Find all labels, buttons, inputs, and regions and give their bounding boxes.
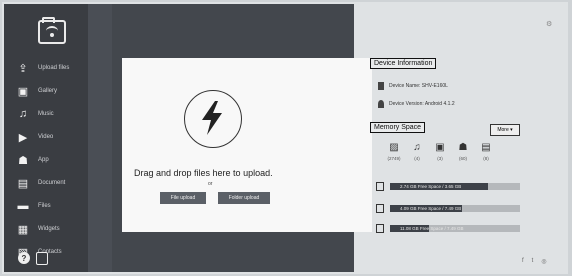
category-count: (3) (437, 156, 443, 161)
help-icon[interactable]: ? (18, 252, 30, 264)
widgets-icon: ▦ (17, 223, 29, 236)
device-name: Device Name: SHV-E160L (389, 83, 448, 89)
sidebar-item-label: Document (38, 180, 66, 186)
globe-icon[interactable]: ◎ (541, 258, 546, 265)
category-images[interactable]: ▨ (2749) (386, 142, 402, 161)
phone-icon (378, 82, 384, 90)
image-icon: ▣ (17, 85, 29, 98)
category-documents[interactable]: ▤ (8) (478, 142, 494, 161)
sidebar-nav: ⇪ Upload files ▣ Gallery ♫ Music ▶ Video… (16, 58, 70, 265)
sidebar-item-upload-files[interactable]: ⇪ Upload files (16, 58, 69, 78)
sidebar-item-music[interactable]: ♫ Music (16, 104, 69, 124)
storage-bar-row: 11.08 GB Free Space / 7.49 GB (376, 224, 520, 233)
sidebar-item-video[interactable]: ▶ Video (16, 127, 69, 147)
category-count: (60) (458, 156, 467, 161)
exit-icon[interactable] (36, 252, 48, 265)
document-icon: ▤ (17, 177, 29, 190)
sidebar-item-label: App (38, 157, 49, 163)
memory-categories: ▨ (2749) ♫ (4) ▣ (3) ☗ (60) ▤ (8) (386, 142, 494, 161)
memory-space-title: Memory Space (370, 122, 426, 133)
storage-icon (376, 224, 384, 233)
category-count: (4) (414, 156, 420, 161)
document-icon: ▤ (481, 142, 491, 153)
upload-icon: ⇪ (18, 62, 28, 75)
sidebar-item-label: Files (38, 203, 51, 209)
file-upload-button[interactable]: File upload (160, 192, 206, 204)
drop-instructions: Drag and drop files here to upload. (134, 168, 273, 178)
category-music[interactable]: ♫ (4) (409, 142, 425, 161)
overlay-band-top (112, 4, 354, 58)
folder-wifi-icon[interactable] (38, 17, 66, 44)
sidebar-item-app[interactable]: ☗ App (16, 150, 69, 170)
more-dropdown[interactable]: More ▾ (490, 124, 520, 136)
storage-icon (376, 204, 384, 213)
video-icon: ▣ (435, 142, 445, 153)
video-icon: ▶ (18, 131, 28, 144)
lightning-icon (184, 90, 242, 148)
device-name-row: Device Name: SHV-E160L (378, 82, 448, 90)
sidebar-item-label: Upload files (38, 65, 70, 71)
twitter-icon[interactable]: t (532, 258, 534, 265)
sidebar-item-files[interactable]: ▬ Files (16, 196, 69, 216)
folder-upload-button[interactable]: Folder upload (218, 192, 270, 204)
chevron-down-icon: ▾ (510, 127, 513, 133)
android-icon (378, 100, 384, 108)
sidebar-item-widgets[interactable]: ▦ Widgets (16, 219, 69, 239)
category-apps[interactable]: ☗ (60) (455, 142, 471, 161)
facebook-icon[interactable]: f (522, 258, 524, 265)
or-label: or (208, 181, 213, 187)
sidebar-item-document[interactable]: ▤ Document (16, 173, 69, 193)
sidebar-bottom: ? (18, 252, 48, 265)
footer-icons: f t ◎ (522, 258, 547, 265)
storage-bar: 2.74 GB Free Space / 3.65 GB (390, 183, 520, 190)
category-video[interactable]: ▣ (3) (432, 142, 448, 161)
device-info-title: Device Information (370, 58, 437, 69)
android-icon: ☗ (18, 154, 28, 167)
more-label: More (497, 127, 509, 133)
music-icon: ♫ (18, 108, 28, 120)
storage-bar-row: 4.09 GB Free Space / 7.49 GB (376, 204, 520, 213)
device-version-row: Device Version: Android 4.1.2 (378, 100, 455, 108)
sidebar: ⇪ Upload files ▣ Gallery ♫ Music ▶ Video… (4, 4, 112, 272)
storage-icon (376, 182, 384, 191)
sidebar-item-gallery[interactable]: ▣ Gallery (16, 81, 69, 101)
sidebar-stripe (88, 4, 112, 272)
sidebar-item-label: Gallery (38, 88, 58, 94)
settings-icon[interactable]: ⚙ (546, 20, 552, 28)
storage-bar-text: 4.09 GB Free Space / 7.49 GB (400, 206, 462, 211)
storage-bar-text: 11.08 GB Free Space / 7.49 GB (400, 226, 464, 231)
storage-bar-text: 2.74 GB Free Space / 3.65 GB (400, 184, 462, 189)
device-version: Device Version: Android 4.1.2 (389, 101, 455, 107)
storage-bar: 4.09 GB Free Space / 7.49 GB (390, 205, 520, 212)
android-icon: ☗ (458, 142, 468, 153)
category-count: (2749) (387, 156, 401, 161)
overlay-band-bottom (112, 232, 354, 272)
sidebar-item-label: Widgets (38, 226, 60, 232)
category-count: (8) (483, 156, 489, 161)
sidebar-item-label: Music (38, 111, 54, 117)
storage-bar: 11.08 GB Free Space / 7.49 GB (390, 225, 520, 232)
image-icon: ▨ (389, 142, 399, 153)
folder-icon: ▬ (17, 200, 29, 212)
upload-dropzone[interactable]: Drag and drop files here to upload. or F… (122, 58, 372, 232)
sidebar-item-label: Video (38, 134, 54, 140)
music-icon: ♫ (413, 142, 421, 153)
storage-bar-row: 2.74 GB Free Space / 3.65 GB (376, 182, 520, 191)
